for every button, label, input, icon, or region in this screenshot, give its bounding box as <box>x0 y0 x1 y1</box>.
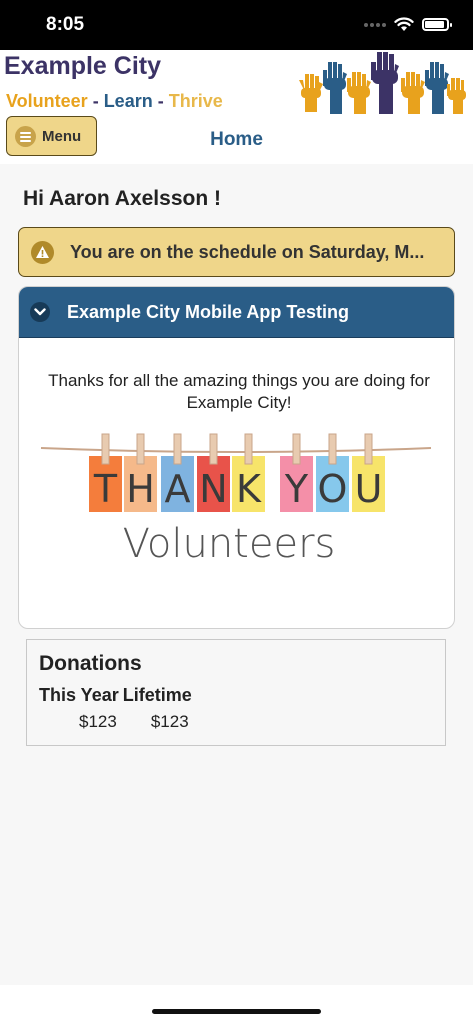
tagline-thrive: Thrive <box>168 91 223 111</box>
clothespin <box>101 433 110 465</box>
donations-value-row: $123 $123 <box>39 712 433 732</box>
tagline-learn: Learn <box>103 91 153 111</box>
greeting-text: Hi Aaron Axelsson ! <box>23 187 221 210</box>
raised-hands-logo <box>299 52 466 114</box>
clothespin <box>209 433 218 465</box>
page-title: Home <box>210 129 263 150</box>
wifi-icon <box>394 17 414 31</box>
thanks-message: Thanks for all the amazing things you ar… <box>48 371 430 412</box>
lifetime-header: Lifetime <box>122 685 192 705</box>
banner-subtitle: Volunteers <box>123 521 336 565</box>
letter-card-text: H <box>126 467 155 511</box>
clothespin <box>292 433 301 465</box>
status-bar: 8:05 <box>0 0 473 50</box>
tagline-separator: - <box>92 91 99 111</box>
letter-card-text: O <box>318 467 348 511</box>
warning-icon <box>31 240 54 264</box>
letter-card-text: K <box>236 467 262 511</box>
thank-you-volunteers-image: THANKYOU Volunteers <box>40 433 432 565</box>
letter-card-text: U <box>355 467 383 511</box>
tagline: Volunteer - Learn - Thrive <box>6 91 223 112</box>
event-panel: Example City Mobile App Testing Thanks f… <box>18 286 455 629</box>
status-time: 8:05 <box>46 14 85 35</box>
tagline-volunteer: Volunteer <box>6 91 88 111</box>
lifetime-value: $123 <box>150 712 189 731</box>
event-panel-title: Example City Mobile App Testing <box>67 301 350 322</box>
clothespin <box>136 433 145 465</box>
letter-card-text: Y <box>284 467 309 511</box>
bottom-safe-area <box>0 985 473 1024</box>
event-panel-header[interactable]: Example City Mobile App Testing <box>19 287 454 338</box>
donations-title: Donations <box>39 652 142 675</box>
battery-icon <box>422 18 452 31</box>
clothespin <box>364 433 373 465</box>
this-year-value: $123 <box>79 712 117 731</box>
alert-text: You are on the schedule on Saturday, M..… <box>70 241 425 262</box>
donations-card: Donations This Year Lifetime $123 $123 <box>26 639 446 746</box>
this-year-header: This Year <box>39 685 119 705</box>
letter-card-text: N <box>199 467 227 511</box>
chevron-down-icon <box>30 302 50 322</box>
letter-card-text: A <box>165 467 191 511</box>
letter-card-text: T <box>93 467 118 511</box>
home-indicator[interactable] <box>152 1009 321 1014</box>
tagline-separator: - <box>157 91 164 111</box>
schedule-alert[interactable]: You are on the schedule on Saturday, M..… <box>18 227 455 277</box>
status-icons <box>364 17 452 32</box>
brand-title: Example City <box>4 52 162 80</box>
donations-header-row: This Year Lifetime <box>39 685 433 706</box>
signal-icon <box>364 22 386 27</box>
clothespin <box>244 433 253 465</box>
clothespin <box>328 433 337 465</box>
app-header: Example City Volunteer-Learn-Thrive <box>0 50 473 164</box>
clothespin <box>173 433 182 465</box>
